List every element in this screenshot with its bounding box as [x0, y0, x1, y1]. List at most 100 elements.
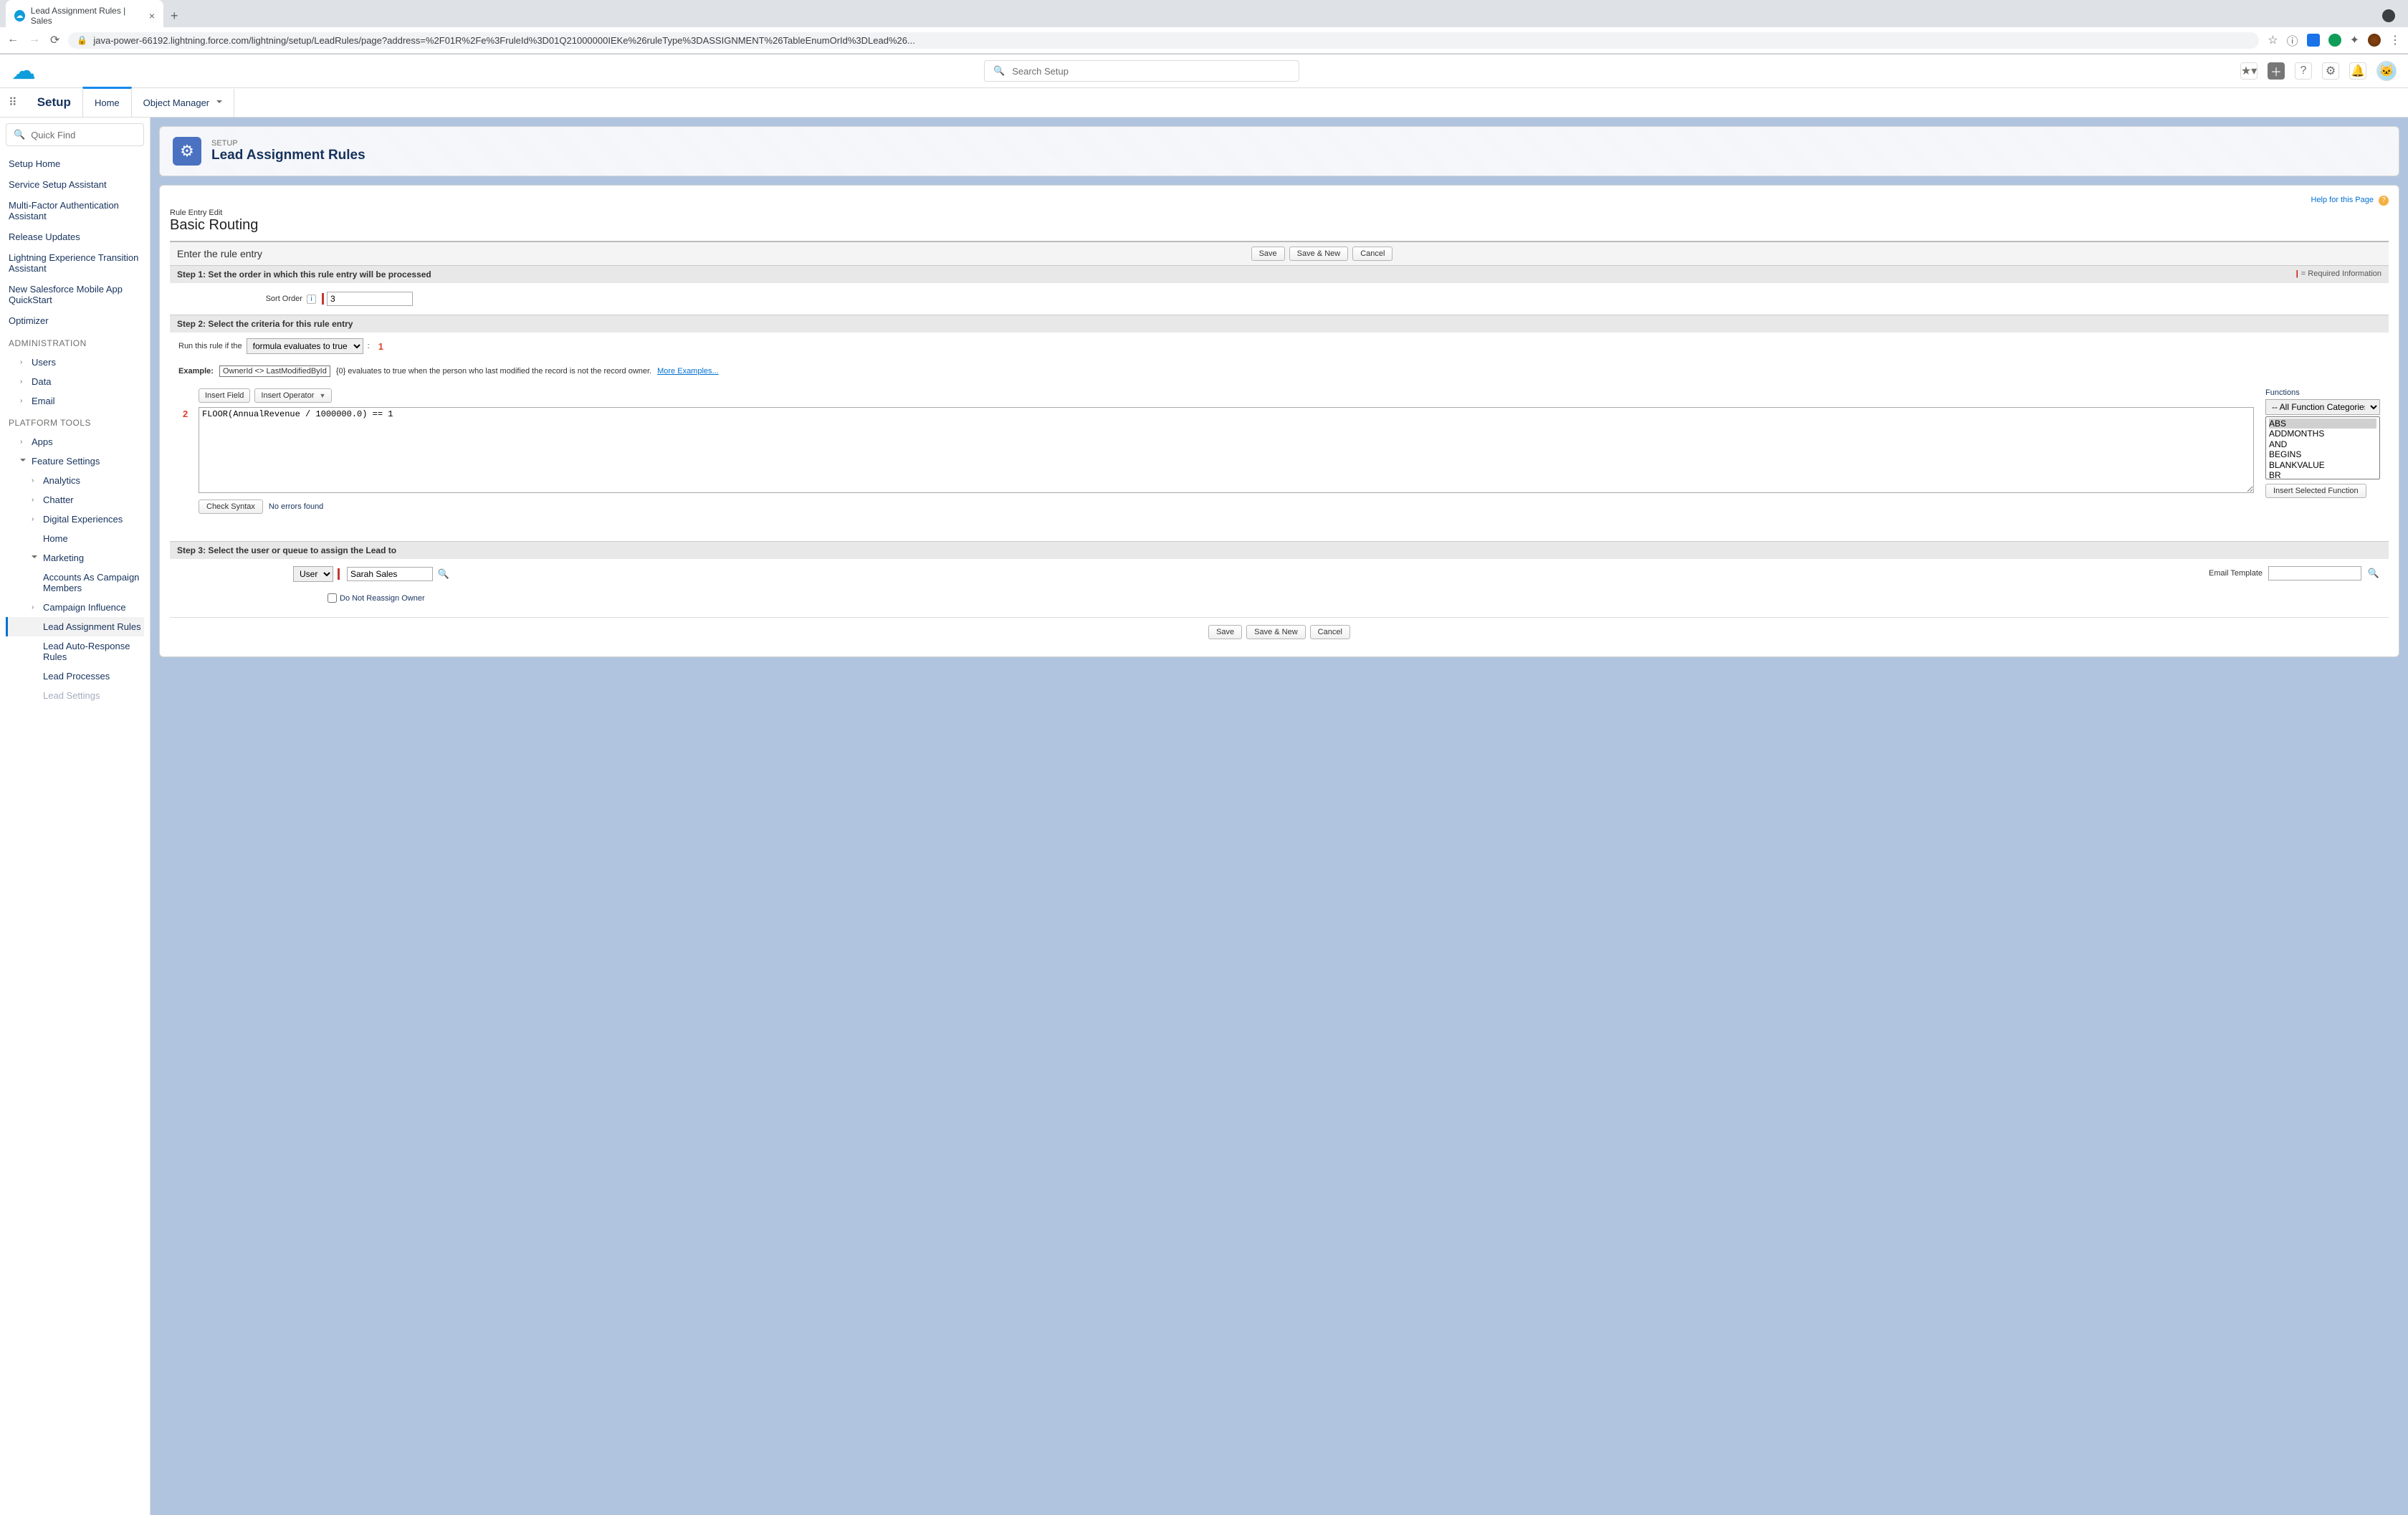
- extensions-puzzle-icon[interactable]: ✦: [2350, 33, 2359, 47]
- url-box[interactable]: 🔒 java-power-66192.lightning.force.com/l…: [68, 32, 2259, 49]
- save-button[interactable]: Save: [1251, 247, 1285, 261]
- chevron-right-icon: [20, 397, 27, 405]
- browser-menu-icon[interactable]: ⋮: [2389, 33, 2401, 47]
- nav-digital-experiences[interactable]: Digital Experiences: [6, 510, 144, 529]
- nav-lead-settings[interactable]: Lead Settings: [6, 686, 144, 705]
- nav-home-feature[interactable]: Home: [6, 529, 144, 548]
- setup-gear-icon[interactable]: ⚙: [2322, 62, 2339, 80]
- sort-order-input[interactable]: [327, 292, 413, 306]
- sort-order-row: Sort Order i: [170, 283, 2389, 315]
- nav-feature-settings[interactable]: Feature Settings: [6, 451, 144, 471]
- required-note: |= Required Information: [2296, 269, 2381, 279]
- browser-tab[interactable]: Lead Assignment Rules | Sales ×: [6, 0, 163, 32]
- help-link-row: Help for this Page ?: [170, 196, 2389, 206]
- reload-button[interactable]: ⟳: [50, 33, 59, 47]
- bottom-buttons: Save Save & New Cancel: [170, 618, 2389, 646]
- callout-2: 2: [183, 408, 188, 419]
- nav-release-updates[interactable]: Release Updates: [6, 226, 144, 247]
- tab-title: Lead Assignment Rules | Sales: [31, 6, 140, 26]
- criteria-type-select[interactable]: formula evaluates to true: [247, 338, 363, 354]
- nav-marketing[interactable]: Marketing: [6, 548, 144, 568]
- insert-operator-button[interactable]: Insert Operator ▼: [254, 388, 332, 403]
- nav-accounts-campaign[interactable]: Accounts As Campaign Members: [6, 568, 144, 598]
- lookup-icon[interactable]: 🔍: [437, 568, 450, 580]
- cancel-button[interactable]: Cancel: [1352, 247, 1392, 261]
- insert-field-button[interactable]: Insert Field: [199, 388, 250, 403]
- email-template-label: Email Template: [2209, 569, 2263, 578]
- rule-entry-edit-label: Rule Entry Edit: [170, 209, 2389, 217]
- example-row: Example: OwnerId <> LastModifiedById {0}…: [170, 360, 2389, 383]
- nav-mfa-assistant[interactable]: Multi-Factor Authentication Assistant: [6, 195, 144, 226]
- required-bar: [322, 293, 324, 305]
- do-not-reassign-label: Do Not Reassign Owner: [340, 594, 425, 603]
- chevron-right-icon: [32, 515, 39, 523]
- new-tab-button[interactable]: +: [163, 6, 186, 27]
- help-icon[interactable]: ?: [2379, 196, 2389, 206]
- tab-home[interactable]: Home: [82, 87, 132, 117]
- save-button-bottom[interactable]: Save: [1208, 625, 1242, 639]
- chevron-down-icon: [20, 457, 27, 467]
- chevron-right-icon: [32, 496, 39, 504]
- nav-campaign-influence[interactable]: Campaign Influence: [6, 598, 144, 617]
- nav-chatter[interactable]: Chatter: [6, 490, 144, 510]
- notifications-icon[interactable]: 🔔: [2349, 62, 2366, 80]
- address-bar: ← → ⟳ 🔒 java-power-66192.lightning.force…: [0, 27, 2408, 54]
- quick-find-input[interactable]: 🔍 Quick Find: [6, 123, 144, 146]
- lookup-icon[interactable]: 🔍: [2367, 567, 2380, 580]
- extension-icon-2[interactable]: [2328, 34, 2341, 47]
- nav-lead-processes[interactable]: Lead Processes: [6, 666, 144, 686]
- nav-apps[interactable]: Apps: [6, 432, 144, 451]
- enter-rule-bar: Enter the rule entry Save Save & New Can…: [170, 241, 2389, 265]
- page-title: Lead Assignment Rules: [211, 148, 366, 163]
- function-category-select[interactable]: -- All Function Categories --: [2265, 399, 2380, 415]
- nav-email[interactable]: Email: [6, 391, 144, 411]
- nav-analytics[interactable]: Analytics: [6, 471, 144, 490]
- nav-service-setup[interactable]: Service Setup Assistant: [6, 174, 144, 195]
- help-icon[interactable]: ?: [2295, 62, 2312, 80]
- global-actions-icon[interactable]: ＋: [2268, 62, 2285, 80]
- salesforce-logo[interactable]: ☁: [11, 60, 43, 82]
- info-icon[interactable]: ⓘ: [2287, 32, 2298, 49]
- do-not-reassign-checkbox[interactable]: [328, 593, 337, 603]
- nav-heading-platform-tools: PLATFORM TOOLS: [6, 411, 144, 432]
- chevron-right-icon: [32, 477, 39, 484]
- more-examples-link[interactable]: More Examples...: [657, 367, 719, 376]
- close-tab-icon[interactable]: ×: [149, 10, 155, 21]
- chevron-right-icon: [20, 378, 27, 386]
- step3-header: Step 3: Select the user or queue to assi…: [170, 541, 2389, 559]
- do-not-reassign-row: Do Not Reassign Owner: [170, 593, 2389, 603]
- profile-avatar[interactable]: [2368, 34, 2381, 47]
- app-launcher-icon[interactable]: ⠿: [0, 90, 26, 115]
- back-button[interactable]: ←: [7, 33, 19, 47]
- assignee-type-select[interactable]: User: [293, 566, 333, 582]
- nav-users[interactable]: Users: [6, 353, 144, 372]
- cancel-button-bottom[interactable]: Cancel: [1310, 625, 1350, 639]
- nav-setup-home[interactable]: Setup Home: [6, 153, 144, 174]
- bookmark-star-icon[interactable]: ☆: [2268, 33, 2278, 47]
- save-new-button-bottom[interactable]: Save & New: [1246, 625, 1306, 639]
- lock-icon: 🔒: [77, 35, 87, 45]
- favorites-icon[interactable]: ★▾: [2240, 62, 2258, 80]
- extension-icon-1[interactable]: [2307, 34, 2320, 47]
- nav-data[interactable]: Data: [6, 372, 144, 391]
- forward-button[interactable]: →: [29, 33, 40, 47]
- formula-textarea[interactable]: FLOOR(AnnualRevenue / 1000000.0) == 1: [199, 407, 2254, 493]
- search-icon: 🔍: [14, 129, 25, 140]
- email-template-input[interactable]: [2268, 566, 2361, 580]
- help-for-page-link[interactable]: Help for this Page: [2311, 196, 2374, 204]
- user-avatar[interactable]: 🐱: [2376, 61, 2397, 81]
- nav-lead-auto-response[interactable]: Lead Auto-Response Rules: [6, 636, 144, 666]
- nav-lead-assignment-rules[interactable]: Lead Assignment Rules: [6, 617, 144, 636]
- nav-mobile-quickstart[interactable]: New Salesforce Mobile App QuickStart: [6, 279, 144, 310]
- tab-object-manager[interactable]: Object Manager: [132, 89, 234, 117]
- function-list[interactable]: ABS ADDMONTHS AND BEGINS BLANKVALUE BR: [2265, 416, 2380, 479]
- nav-optimizer[interactable]: Optimizer: [6, 310, 144, 331]
- assignee-input[interactable]: [347, 567, 433, 581]
- save-new-button[interactable]: Save & New: [1289, 247, 1349, 261]
- content-area: ⚙ SETUP Lead Assignment Rules Help for t…: [150, 118, 2408, 1515]
- check-syntax-button[interactable]: Check Syntax: [199, 500, 263, 514]
- insert-selected-function-button[interactable]: Insert Selected Function: [2265, 484, 2366, 498]
- global-search[interactable]: 🔍 Search Setup: [984, 60, 1299, 82]
- info-icon[interactable]: i: [307, 295, 316, 304]
- nav-lex-transition[interactable]: Lightning Experience Transition Assistan…: [6, 247, 144, 279]
